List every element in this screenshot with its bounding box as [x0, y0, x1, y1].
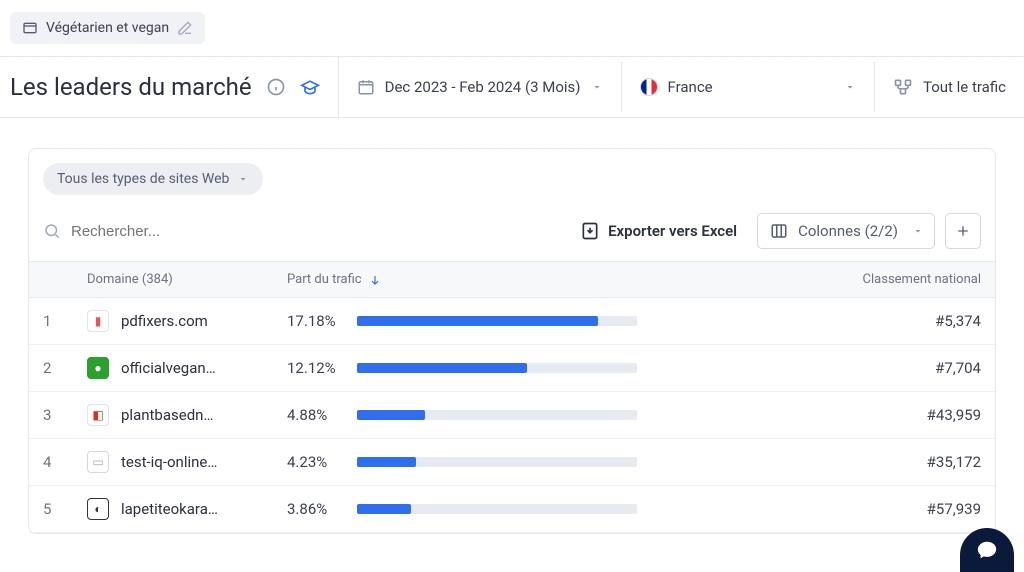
traffic-scope-label: Tout le trafic: [923, 78, 1006, 96]
favicon: ●: [87, 357, 109, 379]
search-wrap: [43, 222, 560, 240]
national-rank: #35,172: [647, 453, 981, 471]
traffic-share-pct: 4.88%: [287, 406, 345, 424]
table-row[interactable]: 1 ▮ pdfixers.com 17.18% #5,374: [29, 298, 995, 345]
traffic-scope-selector[interactable]: Tout le trafic: [875, 61, 1024, 113]
page-title: Les leaders du marché: [10, 73, 252, 101]
export-icon: [580, 221, 600, 241]
row-index: 1: [43, 312, 87, 330]
table-header: Domaine (384) Part du trafic Classement …: [29, 262, 995, 298]
national-rank: #57,939: [647, 500, 981, 518]
site-type-filter[interactable]: Tous les types de sites Web: [43, 163, 263, 195]
sort-desc-icon: [368, 273, 382, 287]
region-selector[interactable]: France: [622, 62, 875, 112]
favicon: ▭: [87, 451, 109, 473]
calendar-icon: [357, 78, 375, 96]
row-index: 2: [43, 359, 87, 377]
traffic-share-bar: [357, 504, 637, 514]
add-column-button[interactable]: [945, 213, 981, 249]
leaders-panel: Tous les types de sites Web Exporter ver…: [28, 148, 996, 534]
columns-icon: [770, 222, 788, 240]
header-share[interactable]: Part du trafic: [287, 272, 647, 287]
traffic-share-bar: [357, 363, 637, 373]
plus-icon: [955, 223, 971, 239]
table-row[interactable]: 5 ◐ lapetiteokara… 3.86% #57,939: [29, 486, 995, 533]
search-input[interactable]: [71, 223, 271, 240]
favicon: ◐: [87, 498, 109, 520]
filter-bar: Les leaders du marché Dec 2023 - Feb 202…: [0, 56, 1024, 118]
site-type-label: Tous les types de sites Web: [57, 171, 229, 187]
domain-name[interactable]: pdfixers.com: [121, 312, 208, 330]
chevron-down-icon: [844, 81, 856, 93]
domain-name[interactable]: lapetiteokara…: [121, 500, 218, 518]
date-range-label: Dec 2023 - Feb 2024 (3 Mois): [385, 78, 581, 96]
info-icon[interactable]: [266, 77, 286, 97]
traffic-share-bar: [357, 316, 637, 326]
favicon: ◧: [87, 404, 109, 426]
row-index: 3: [43, 406, 87, 424]
national-rank: #43,959: [647, 406, 981, 424]
columns-label: Colonnes (2/2): [798, 222, 898, 240]
region-label: France: [668, 78, 713, 96]
search-icon: [43, 222, 61, 240]
columns-selector[interactable]: Colonnes (2/2): [757, 213, 935, 249]
chat-icon: [976, 539, 998, 561]
traffic-share-pct: 17.18%: [287, 312, 345, 330]
chat-launcher[interactable]: [960, 528, 1014, 572]
chevron-down-icon: [237, 173, 249, 185]
row-index: 4: [43, 453, 87, 471]
flag-france-icon: [640, 78, 658, 96]
table-row[interactable]: 4 ▭ test-iq-online… 4.23% #35,172: [29, 439, 995, 486]
domain-name[interactable]: plantbasedn…: [121, 406, 213, 424]
domain-name[interactable]: test-iq-online…: [121, 453, 217, 471]
header-rank[interactable]: Classement national: [647, 272, 981, 287]
pencil-icon[interactable]: [177, 20, 193, 36]
traffic-share-pct: 3.86%: [287, 500, 345, 518]
traffic-share-bar: [357, 457, 637, 467]
table-row[interactable]: 2 ● officialvegan… 12.12% #7,704: [29, 345, 995, 392]
chevron-down-icon: [591, 81, 603, 93]
date-range-selector[interactable]: Dec 2023 - Feb 2024 (3 Mois): [339, 62, 622, 112]
row-index: 5: [43, 500, 87, 518]
national-rank: #7,704: [647, 359, 981, 377]
traffic-share-pct: 4.23%: [287, 453, 345, 471]
domain-name[interactable]: officialvegan…: [121, 359, 216, 377]
header-domain[interactable]: Domaine (384): [87, 272, 287, 287]
traffic-icon: [893, 77, 913, 97]
traffic-share-pct: 12.12%: [287, 359, 345, 377]
academy-icon[interactable]: [300, 77, 320, 97]
category-tag[interactable]: Végétarien et vegan: [10, 12, 205, 44]
chevron-down-icon: [912, 225, 924, 237]
category-tag-label: Végétarien et vegan: [46, 20, 169, 36]
traffic-share-bar: [357, 410, 637, 420]
export-excel-button[interactable]: Exporter vers Excel: [570, 215, 747, 247]
favicon: ▮: [87, 310, 109, 332]
national-rank: #5,374: [647, 312, 981, 330]
window-icon: [22, 20, 38, 36]
table-row[interactable]: 3 ◧ plantbasedn… 4.88% #43,959: [29, 392, 995, 439]
export-label: Exporter vers Excel: [608, 222, 737, 240]
